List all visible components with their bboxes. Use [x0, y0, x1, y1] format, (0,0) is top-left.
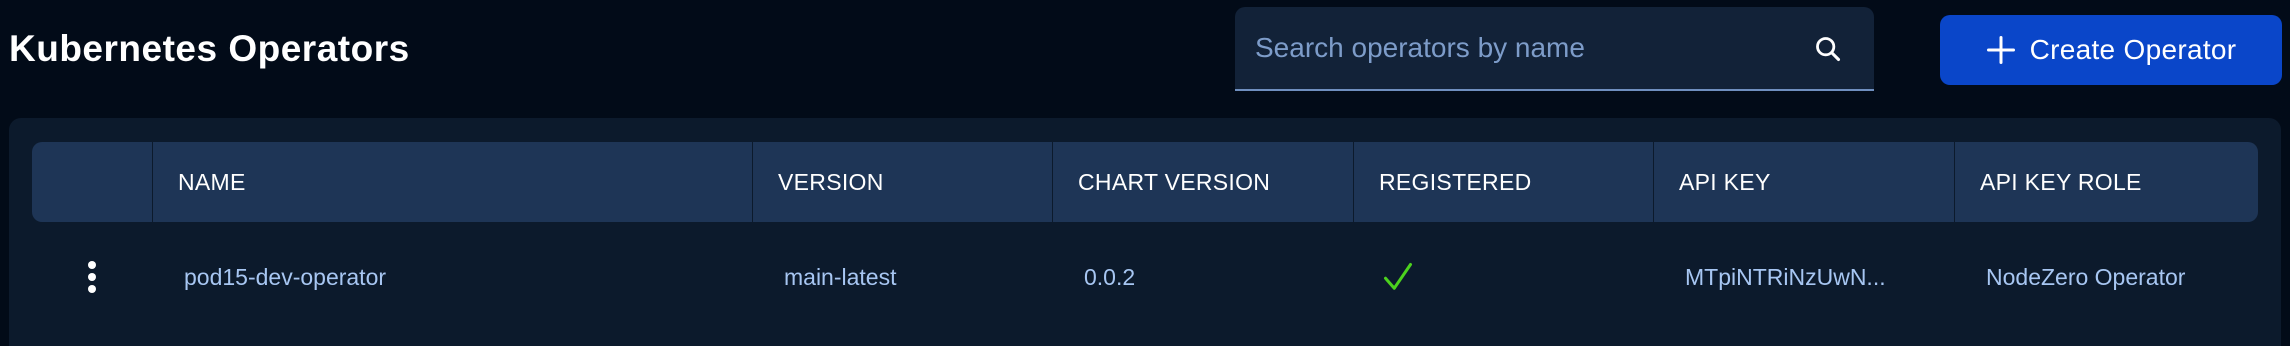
api-key-value: MTpiNTRiNzUwN...: [1685, 263, 1886, 290]
table-row: pod15-dev-operator main-latest 0.0.2 MTp…: [32, 222, 2258, 332]
registered-cell: [1353, 222, 1653, 332]
row-actions-cell: [32, 222, 152, 332]
search-input[interactable]: [1255, 7, 1815, 89]
column-header-chart-version[interactable]: CHART VERSION: [1052, 142, 1353, 222]
operators-page: Kubernetes Operators Create Operator NAM…: [0, 0, 2290, 346]
column-header-version[interactable]: VERSION: [752, 142, 1052, 222]
api-key-role-cell: NodeZero Operator: [1954, 222, 2258, 332]
create-operator-button[interactable]: Create Operator: [1940, 15, 2282, 85]
operator-name-link[interactable]: pod15-dev-operator: [152, 264, 386, 291]
column-header-registered[interactable]: REGISTERED: [1353, 142, 1653, 222]
api-key-cell: MTpiNTRiNzUwN...: [1653, 222, 1954, 332]
create-operator-label: Create Operator: [2029, 34, 2237, 65]
api-key-role-value: NodeZero Operator: [1986, 263, 2186, 290]
column-header-api-key-role[interactable]: API KEY ROLE: [1954, 142, 2258, 222]
version-cell: main-latest: [752, 222, 1052, 332]
kebab-menu-icon[interactable]: [87, 261, 97, 293]
version-value: main-latest: [784, 263, 897, 290]
chart-version-value: 0.0.2: [1084, 263, 1136, 290]
check-icon: [1384, 263, 1412, 290]
column-header-api-key[interactable]: API KEY: [1653, 142, 1954, 222]
column-header-actions: [32, 142, 152, 222]
search-icon[interactable]: [1814, 35, 1842, 63]
chart-version-cell: 0.0.2: [1052, 222, 1353, 332]
plus-icon: [1986, 36, 2015, 64]
operators-table: NAME VERSION CHART VERSION REGISTERED AP…: [9, 118, 2281, 346]
column-header-name[interactable]: NAME: [152, 142, 752, 222]
table-header: NAME VERSION CHART VERSION REGISTERED AP…: [32, 142, 2258, 222]
search-box[interactable]: [1235, 7, 1874, 91]
operator-name-cell[interactable]: pod15-dev-operator: [152, 222, 752, 332]
page-title: Kubernetes Operators: [9, 28, 410, 69]
